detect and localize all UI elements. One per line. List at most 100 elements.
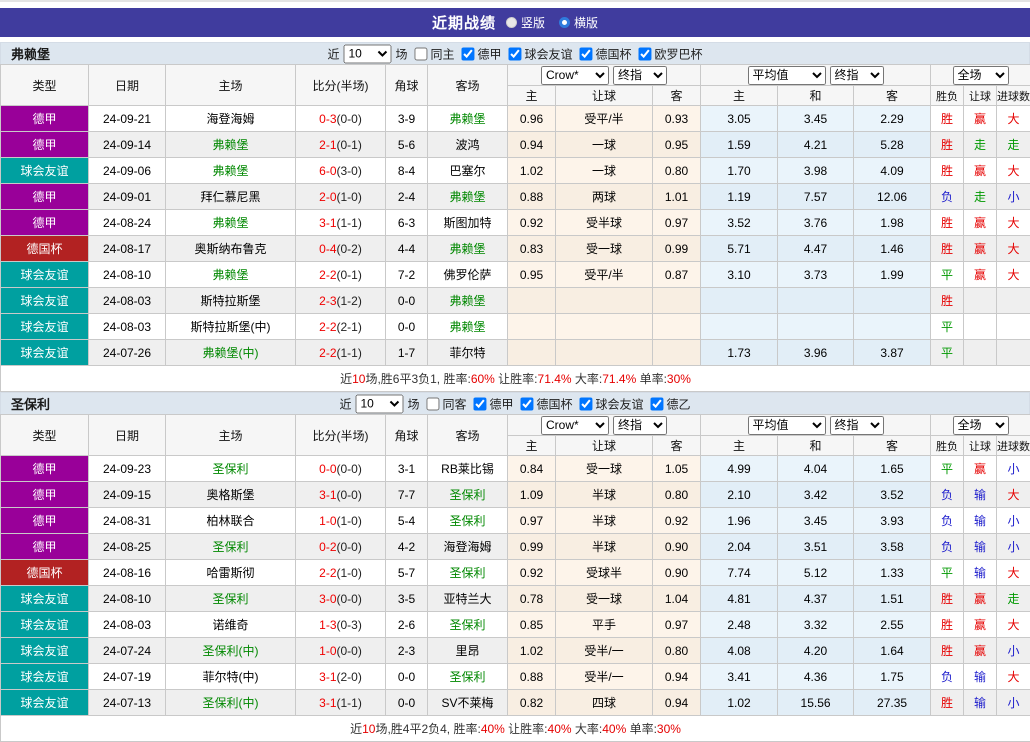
halftime-score: (1-0) [337, 514, 362, 528]
home-team: 圣保利 [166, 534, 296, 560]
home-team: 圣保利(中) [166, 690, 296, 716]
full-match-header: 全场 [931, 415, 1030, 436]
crow-handicap: 一球 [556, 132, 653, 158]
corners: 0-0 [386, 664, 428, 690]
result-handicap: 赢 [964, 586, 997, 612]
result-handicap: 走 [964, 184, 997, 210]
fulltime-score: 2-2 [319, 268, 336, 282]
avg-away-odds: 3.87 [854, 340, 931, 366]
avg-home-odds: 1.70 [701, 158, 778, 184]
halftime-score: (0-0) [337, 462, 362, 476]
league-filter-checkbox[interactable] [509, 47, 522, 60]
result-goals: 大 [997, 560, 1030, 586]
final-odds-select[interactable]: 终指 [613, 66, 667, 85]
fulltime-score: 0-3 [319, 112, 336, 126]
fulltime-score: 6-0 [319, 164, 336, 178]
score: 1-3(0-3) [296, 612, 386, 638]
summary-segment: 40% [602, 722, 626, 736]
result-goals [997, 314, 1030, 340]
league-badge: 德甲 [1, 106, 89, 132]
away-team: 巴塞尔 [428, 158, 508, 184]
match-date: 24-08-24 [89, 210, 166, 236]
summary-segment: 近 [350, 722, 362, 736]
average-odds-select[interactable]: 平均值 [748, 416, 826, 435]
avg-draw-odds: 15.56 [778, 690, 854, 716]
crow-away-odds: 0.97 [653, 210, 701, 236]
final-odds-select-2[interactable]: 终指 [830, 416, 884, 435]
crow-home-odds: 0.82 [508, 690, 556, 716]
result-handicap: 输 [964, 508, 997, 534]
match-count-select[interactable]: 10 [343, 44, 391, 63]
result-handicap [964, 314, 997, 340]
match-date: 24-09-23 [89, 456, 166, 482]
crow-away-odds [653, 288, 701, 314]
fulltime-score: 0-4 [319, 242, 336, 256]
league-filter-checkbox[interactable] [651, 397, 664, 410]
scope-select[interactable]: 全场 [953, 416, 1009, 435]
corners: 3-9 [386, 106, 428, 132]
final-odds-select[interactable]: 终指 [613, 416, 667, 435]
view-radio-horizontal[interactable]: 横版 [559, 14, 598, 31]
crow-handicap: 受半/一 [556, 638, 653, 664]
fulltime-score: 1-3 [319, 618, 336, 632]
view-radio-label: 横版 [574, 14, 598, 31]
avg-draw-odds: 3.42 [778, 482, 854, 508]
final-odds-select-2[interactable]: 终指 [830, 66, 884, 85]
crow-home-odds: 0.88 [508, 664, 556, 690]
sub-col-header: 让球 [964, 436, 997, 456]
score: 2-2(1-1) [296, 340, 386, 366]
average-odds-select[interactable]: 平均值 [748, 66, 826, 85]
match-date: 24-07-13 [89, 690, 166, 716]
league-filter-checkbox[interactable] [473, 397, 486, 410]
odds-source-select[interactable]: Crow* [541, 416, 609, 435]
sub-col-header: 胜负 [931, 86, 964, 106]
away-team: 里昂 [428, 638, 508, 664]
match-date: 24-09-06 [89, 158, 166, 184]
result-wdl: 负 [931, 534, 964, 560]
fulltime-score: 2-1 [319, 138, 336, 152]
result-goals: 大 [997, 210, 1030, 236]
summary-text: 近10场,胜4平2负4, 胜率:40% 让胜率:40% 大率:40% 单率:30… [1, 716, 1030, 742]
fulltime-score: 2-2 [319, 346, 336, 360]
fulltime-score: 2-0 [319, 190, 336, 204]
same-venue-checkbox[interactable] [414, 47, 427, 60]
crow-odds-header: Crow*终指 [508, 415, 701, 436]
same-venue-checkbox[interactable] [426, 397, 439, 410]
corners: 0-0 [386, 314, 428, 340]
result-wdl: 平 [931, 314, 964, 340]
fulltime-score: 0-2 [319, 540, 336, 554]
avg-draw-odds: 4.37 [778, 586, 854, 612]
scope-select[interactable]: 全场 [953, 66, 1009, 85]
col-type: 类型 [1, 415, 89, 456]
crow-away-odds: 0.93 [653, 106, 701, 132]
fulltime-score: 1-0 [319, 644, 336, 658]
table-row: 球会友谊24-08-03斯特拉斯堡2-3(1-2)0-0弗赖堡胜 [1, 288, 1030, 314]
crow-handicap: 受半球 [556, 210, 653, 236]
league-badge: 球会友谊 [1, 262, 89, 288]
corners: 3-5 [386, 586, 428, 612]
result-goals: 走 [997, 132, 1030, 158]
avg-home-odds: 7.74 [701, 560, 778, 586]
corners: 4-2 [386, 534, 428, 560]
result-handicap: 赢 [964, 612, 997, 638]
league-filter-checkbox[interactable] [521, 397, 534, 410]
fulltime-score: 3-1 [319, 488, 336, 502]
avg-home-odds: 1.73 [701, 340, 778, 366]
avg-away-odds: 1.98 [854, 210, 931, 236]
avg-home-odds: 3.10 [701, 262, 778, 288]
halftime-score: (0-0) [337, 592, 362, 606]
league-filter-checkbox[interactable] [580, 397, 593, 410]
avg-home-odds: 4.08 [701, 638, 778, 664]
league-filter-checkbox[interactable] [580, 47, 593, 60]
avg-draw-odds: 3.32 [778, 612, 854, 638]
odds-source-select[interactable]: Crow* [541, 66, 609, 85]
match-count-select[interactable]: 10 [355, 394, 403, 413]
avg-away-odds: 1.51 [854, 586, 931, 612]
away-team: 弗赖堡 [428, 106, 508, 132]
league-filter-checkbox[interactable] [639, 47, 652, 60]
league-badge: 德甲 [1, 210, 89, 236]
crow-handicap: 受平/半 [556, 106, 653, 132]
view-radio-vertical[interactable]: 竖版 [506, 14, 545, 31]
halftime-score: (0-0) [337, 540, 362, 554]
league-filter-checkbox[interactable] [461, 47, 474, 60]
